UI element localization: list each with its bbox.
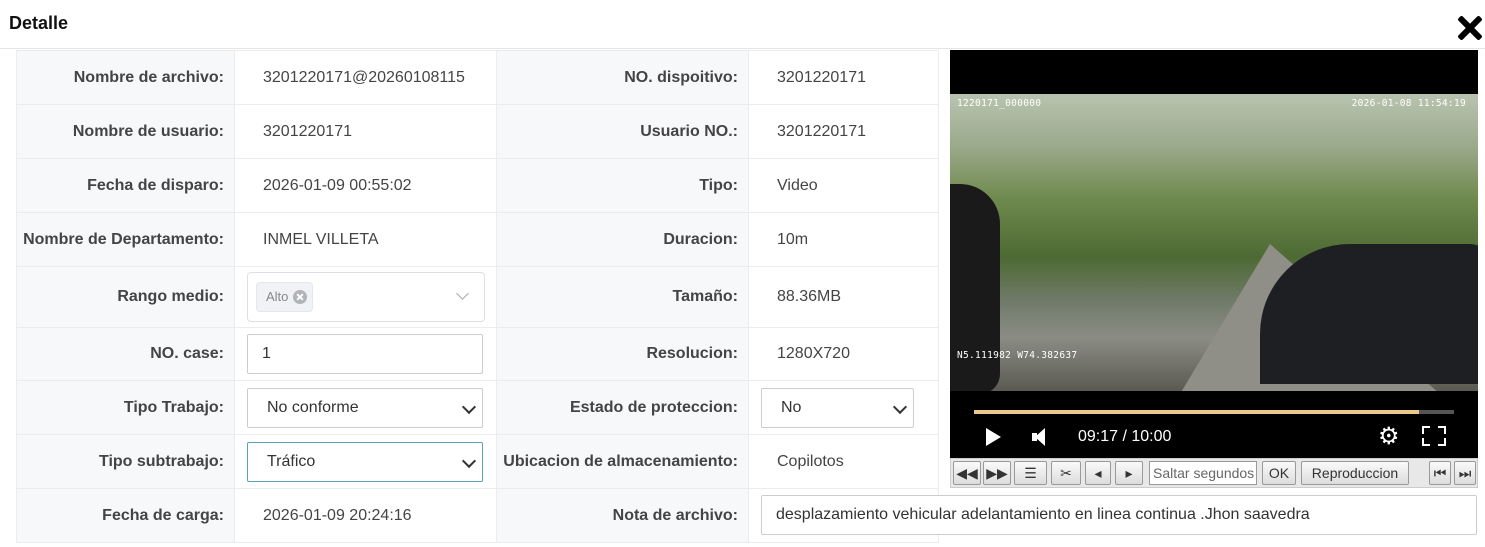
table-row: Fecha de disparo: 2026-01-09 00:55:02 Ti… — [16, 158, 939, 213]
label-tamano: Tamaño: — [496, 266, 749, 328]
label-resolucion: Resolucion: — [496, 327, 749, 381]
label-estado-proteccion: Estado de proteccion: — [496, 380, 749, 435]
table-row: Nombre de usuario: 3201220171 Usuario NO… — [16, 104, 939, 159]
label-usuario-no: Usuario NO.: — [496, 104, 749, 159]
next-frame-icon[interactable]: ▸ — [1115, 461, 1143, 485]
prev-frame-icon[interactable]: ◂ — [1085, 461, 1111, 485]
volume-icon[interactable] — [1032, 428, 1046, 446]
label-ubicacion-almacenamiento: Ubicacion de almacenamiento: — [496, 434, 749, 489]
time-display: 09:17 / 10:00 — [1078, 428, 1172, 445]
label-nombre-departamento: Nombre de Departamento: — [16, 212, 235, 267]
detail-table: Nombre de archivo: 3201220171@2026010811… — [16, 50, 939, 543]
label-rango-medio: Rango medio: — [16, 266, 235, 328]
label-nombre-archivo: Nombre de archivo: — [16, 50, 235, 105]
label-tipo: Tipo: — [496, 158, 749, 213]
skip-last-icon[interactable]: ⏭ — [1454, 461, 1476, 485]
label-duracion: Duracion: — [496, 212, 749, 267]
gear-icon[interactable]: ⚙ — [1378, 425, 1400, 449]
value-nombre-departamento: INMEL VILLETA — [234, 212, 497, 267]
label-nota-archivo: Nota de archivo: — [496, 488, 749, 543]
video-frame[interactable]: 1220171_000000 2026-01-08 11:54:19 N5.11… — [950, 94, 1478, 391]
estado-proteccion-select[interactable]: No — [761, 387, 914, 428]
label-tipo-subtrabajo: Tipo subtrabajo: — [16, 434, 235, 489]
close-icon[interactable] — [1454, 12, 1485, 44]
chevron-down-icon — [456, 287, 469, 300]
label-fecha-disparo: Fecha de disparo: — [16, 158, 235, 213]
progress-bar[interactable] — [974, 410, 1454, 414]
rango-medio-select[interactable]: Alto — [247, 272, 485, 322]
no-case-input[interactable]: 1 — [247, 334, 483, 374]
value-fecha-carga: 2026-01-09 20:24:16 — [234, 488, 497, 543]
dialog-title: Detalle — [9, 13, 69, 33]
list-icon[interactable]: ☰ — [1014, 461, 1047, 485]
playback-button[interactable]: Reproduccion — [1301, 461, 1409, 485]
value-nombre-archivo: 3201220171@20260108115 — [263, 68, 465, 86]
chevron-down-icon — [461, 453, 477, 468]
label-nombre-usuario: Nombre de usuario: — [16, 104, 235, 159]
ok-button[interactable]: OK — [1262, 461, 1296, 485]
player-toolbar: ◀◀ ▶▶ ☰ ✂ ◂ ▸ Saltar segundos OK Reprodu… — [950, 458, 1478, 488]
video-player[interactable]: 1220171_000000 2026-01-08 11:54:19 N5.11… — [950, 50, 1478, 460]
scissors-icon[interactable]: ✂ — [1051, 461, 1081, 485]
tipo-trabajo-select[interactable]: No conforme — [247, 387, 483, 428]
table-row: Nombre de archivo: 3201220171@2026010811… — [16, 50, 939, 105]
rewind-icon[interactable]: ◀◀ — [953, 461, 981, 485]
value-no-dispositivo: 3201220171 — [748, 50, 939, 105]
label-no-dispositivo: NO. dispoitivo: — [496, 50, 749, 105]
play-icon[interactable] — [986, 428, 1001, 446]
tag-remove-icon[interactable] — [293, 290, 308, 304]
fast-forward-icon[interactable]: ▶▶ — [983, 461, 1011, 485]
label-tipo-trabajo: Tipo Trabajo: — [16, 380, 235, 435]
value-tipo: Video — [748, 158, 939, 213]
table-row: Tipo Trabajo: No conforme Estado de prot… — [16, 380, 939, 435]
progress-fill — [974, 410, 1420, 414]
fullscreen-icon[interactable] — [1422, 426, 1446, 446]
value-nombre-usuario: 3201220171 — [234, 104, 497, 159]
table-row: Rango medio: Alto Tamaño: 88.36MB — [16, 266, 939, 328]
chevron-down-icon — [461, 399, 477, 414]
osd-gps: N5.111982 W74.382637 — [957, 350, 1078, 361]
value-ubicacion-almacenamiento: Copilotos — [748, 434, 939, 489]
nota-archivo-input[interactable]: desplazamiento vehicular adelantamiento … — [761, 495, 1477, 535]
value-duracion: 10m — [748, 212, 939, 267]
value-usuario-no: 3201220171 — [748, 104, 939, 159]
chevron-down-icon — [892, 399, 908, 414]
label-no-case: NO. case: — [16, 327, 235, 381]
dialog-header: Detalle — [0, 0, 1485, 49]
value-resolucion: 1280X720 — [748, 327, 939, 381]
osd-datetime: 2026-01-08 11:54:19 — [1351, 98, 1466, 109]
table-row: Tipo subtrabajo: Tráfico Ubicacion de al… — [16, 434, 939, 489]
tipo-subtrabajo-select[interactable]: Tráfico — [247, 441, 483, 482]
seek-seconds-input[interactable]: Saltar segundos — [1149, 461, 1257, 485]
video-car — [1260, 244, 1478, 384]
skip-first-icon[interactable]: ⏮ — [1429, 461, 1451, 485]
value-tamano: 88.36MB — [748, 266, 939, 328]
value-fecha-disparo: 2026-01-09 00:55:02 — [234, 158, 497, 213]
rango-medio-tag: Alto — [256, 282, 314, 312]
osd-file-id: 1220171_000000 — [957, 98, 1042, 109]
label-fecha-carga: Fecha de carga: — [16, 488, 235, 543]
table-row: NO. case: 1 Resolucion: 1280X720 — [16, 327, 939, 381]
table-row: Nombre de Departamento: INMEL VILLETA Du… — [16, 212, 939, 267]
